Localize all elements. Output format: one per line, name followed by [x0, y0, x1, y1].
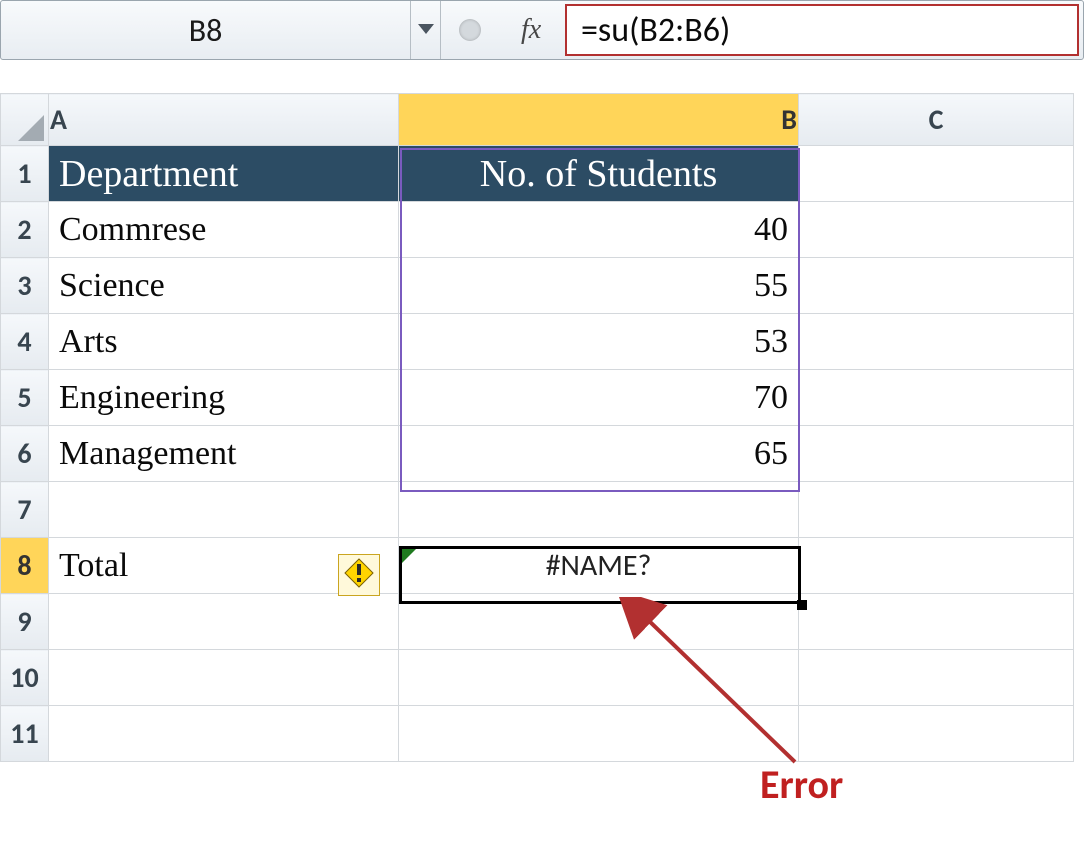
cell-A5[interactable]: Engineering [49, 370, 399, 426]
cell-C7[interactable] [799, 482, 1074, 538]
cell-C11[interactable] [799, 706, 1074, 762]
cell-A6[interactable]: Management [49, 426, 399, 482]
row-header[interactable]: 6 [1, 426, 49, 482]
cell-A7[interactable] [49, 482, 399, 538]
cancel-dot-icon [459, 19, 481, 41]
grid-table: A B C 1 Department No. of Students 2 Com… [0, 93, 1074, 762]
error-triangle-icon [402, 549, 416, 563]
cell-B9[interactable] [399, 594, 799, 650]
table-row: 7 [1, 482, 1074, 538]
cell-B2[interactable]: 40 [399, 202, 799, 258]
chevron-down-icon [418, 21, 434, 39]
cell-A9[interactable] [49, 594, 399, 650]
formula-bar: B8 fx =su(B2:B6) [0, 0, 1084, 60]
fx-icon[interactable]: fx [521, 14, 541, 46]
cell-C8[interactable] [799, 538, 1074, 594]
error-trace-button[interactable] [338, 554, 380, 596]
formula-input[interactable]: =su(B2:B6) [565, 4, 1079, 56]
select-all-corner[interactable] [1, 94, 49, 146]
table-row: 2 Commrese 40 [1, 202, 1074, 258]
cell-C10[interactable] [799, 650, 1074, 706]
cell-C2[interactable] [799, 202, 1074, 258]
cell-B7[interactable] [399, 482, 799, 538]
annotation-label: Error [760, 760, 843, 809]
cell-A4[interactable]: Arts [49, 314, 399, 370]
cell-C3[interactable] [799, 258, 1074, 314]
table-row: 6 Management 65 [1, 426, 1074, 482]
row-header[interactable]: 4 [1, 314, 49, 370]
table-row: 11 [1, 706, 1074, 762]
col-header-C[interactable]: C [799, 94, 1074, 146]
warning-diamond-icon [344, 558, 374, 593]
row-header[interactable]: 5 [1, 370, 49, 426]
cell-B8[interactable]: #NAME? [399, 538, 799, 594]
cell-C6[interactable] [799, 426, 1074, 482]
cell-B6[interactable]: 65 [399, 426, 799, 482]
table-row: 10 [1, 650, 1074, 706]
cell-B10[interactable] [399, 650, 799, 706]
fill-handle[interactable] [797, 600, 807, 610]
name-box-dropdown[interactable] [411, 1, 441, 59]
spreadsheet-grid: A B C 1 Department No. of Students 2 Com… [0, 93, 1074, 762]
table-row: 4 Arts 53 [1, 314, 1074, 370]
cell-B5[interactable]: 70 [399, 370, 799, 426]
cell-C4[interactable] [799, 314, 1074, 370]
row-header[interactable]: 1 [1, 146, 49, 202]
row-header[interactable]: 7 [1, 482, 49, 538]
cell-B1[interactable]: No. of Students [399, 146, 799, 202]
col-header-B[interactable]: B [399, 94, 799, 146]
cell-C5[interactable] [799, 370, 1074, 426]
table-row: 9 [1, 594, 1074, 650]
cell-B3[interactable]: 55 [399, 258, 799, 314]
row-header[interactable]: 2 [1, 202, 49, 258]
cell-A11[interactable] [49, 706, 399, 762]
cell-A2[interactable]: Commrese [49, 202, 399, 258]
table-row: 8 Total #NAME? [1, 538, 1074, 594]
cell-A1[interactable]: Department [49, 146, 399, 202]
table-row: 1 Department No. of Students [1, 146, 1074, 202]
row-header[interactable]: 9 [1, 594, 49, 650]
col-header-A[interactable]: A [49, 94, 399, 146]
column-header-row: A B C [1, 94, 1074, 146]
row-header[interactable]: 8 [1, 538, 49, 594]
fx-area: fx [441, 1, 561, 59]
row-header[interactable]: 10 [1, 650, 49, 706]
name-box[interactable]: B8 [1, 1, 411, 59]
cell-C1[interactable] [799, 146, 1074, 202]
row-header[interactable]: 3 [1, 258, 49, 314]
cell-A10[interactable] [49, 650, 399, 706]
cell-B11[interactable] [399, 706, 799, 762]
row-header[interactable]: 11 [1, 706, 49, 762]
cell-A3[interactable]: Science [49, 258, 399, 314]
cell-C9[interactable] [799, 594, 1074, 650]
table-row: 5 Engineering 70 [1, 370, 1074, 426]
cell-B4[interactable]: 53 [399, 314, 799, 370]
table-row: 3 Science 55 [1, 258, 1074, 314]
